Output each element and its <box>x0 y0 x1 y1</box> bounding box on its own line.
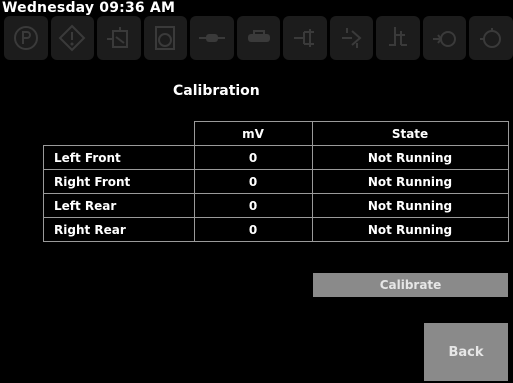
status-datetime: Wednesday 09:36 AM <box>2 0 176 16</box>
parking-brake-icon[interactable] <box>4 16 48 60</box>
table-row: Left Front 0 Not Running <box>43 145 509 170</box>
icon-toolbar <box>4 16 513 62</box>
table-row: Left Rear 0 Not Running <box>43 193 509 218</box>
table-header-row: mV State <box>44 121 509 146</box>
jack-icon[interactable] <box>376 16 420 60</box>
back-button[interactable]: Back <box>424 323 508 381</box>
pump-icon[interactable] <box>236 16 281 60</box>
motor-icon[interactable] <box>422 16 467 60</box>
mv-value: 0 <box>193 217 313 242</box>
row-label: Left Front <box>43 145 195 170</box>
column-header-state: State <box>311 121 509 146</box>
row-label: Left Rear <box>43 193 195 218</box>
mv-value: 0 <box>193 145 313 170</box>
hydraulic-icon[interactable] <box>190 16 234 60</box>
mv-value: 0 <box>193 169 313 194</box>
state-value: Not Running <box>311 145 509 170</box>
mv-value: 0 <box>193 193 313 218</box>
warning-diamond-icon[interactable] <box>50 16 95 60</box>
row-label: Right Front <box>43 169 195 194</box>
column-header-mv: mV <box>193 121 313 146</box>
engine-oil-icon[interactable] <box>143 16 188 60</box>
gear-icon[interactable] <box>329 16 374 60</box>
state-value: Not Running <box>311 193 509 218</box>
calibrate-button[interactable]: Calibrate <box>313 273 508 297</box>
tilt-icon[interactable] <box>97 16 141 60</box>
state-value: Not Running <box>311 169 509 194</box>
header-spacer <box>44 122 195 146</box>
valve-icon[interactable] <box>469 16 513 60</box>
table-row: Right Front 0 Not Running <box>43 169 509 194</box>
page-title: Calibration <box>173 83 260 99</box>
row-label: Right Rear <box>43 217 195 242</box>
lift-icon[interactable] <box>283 16 327 60</box>
table-row: Right Rear 0 Not Running <box>43 217 509 242</box>
calibration-table: mV State Left Front 0 Not Running Right … <box>43 121 509 242</box>
state-value: Not Running <box>311 217 509 242</box>
